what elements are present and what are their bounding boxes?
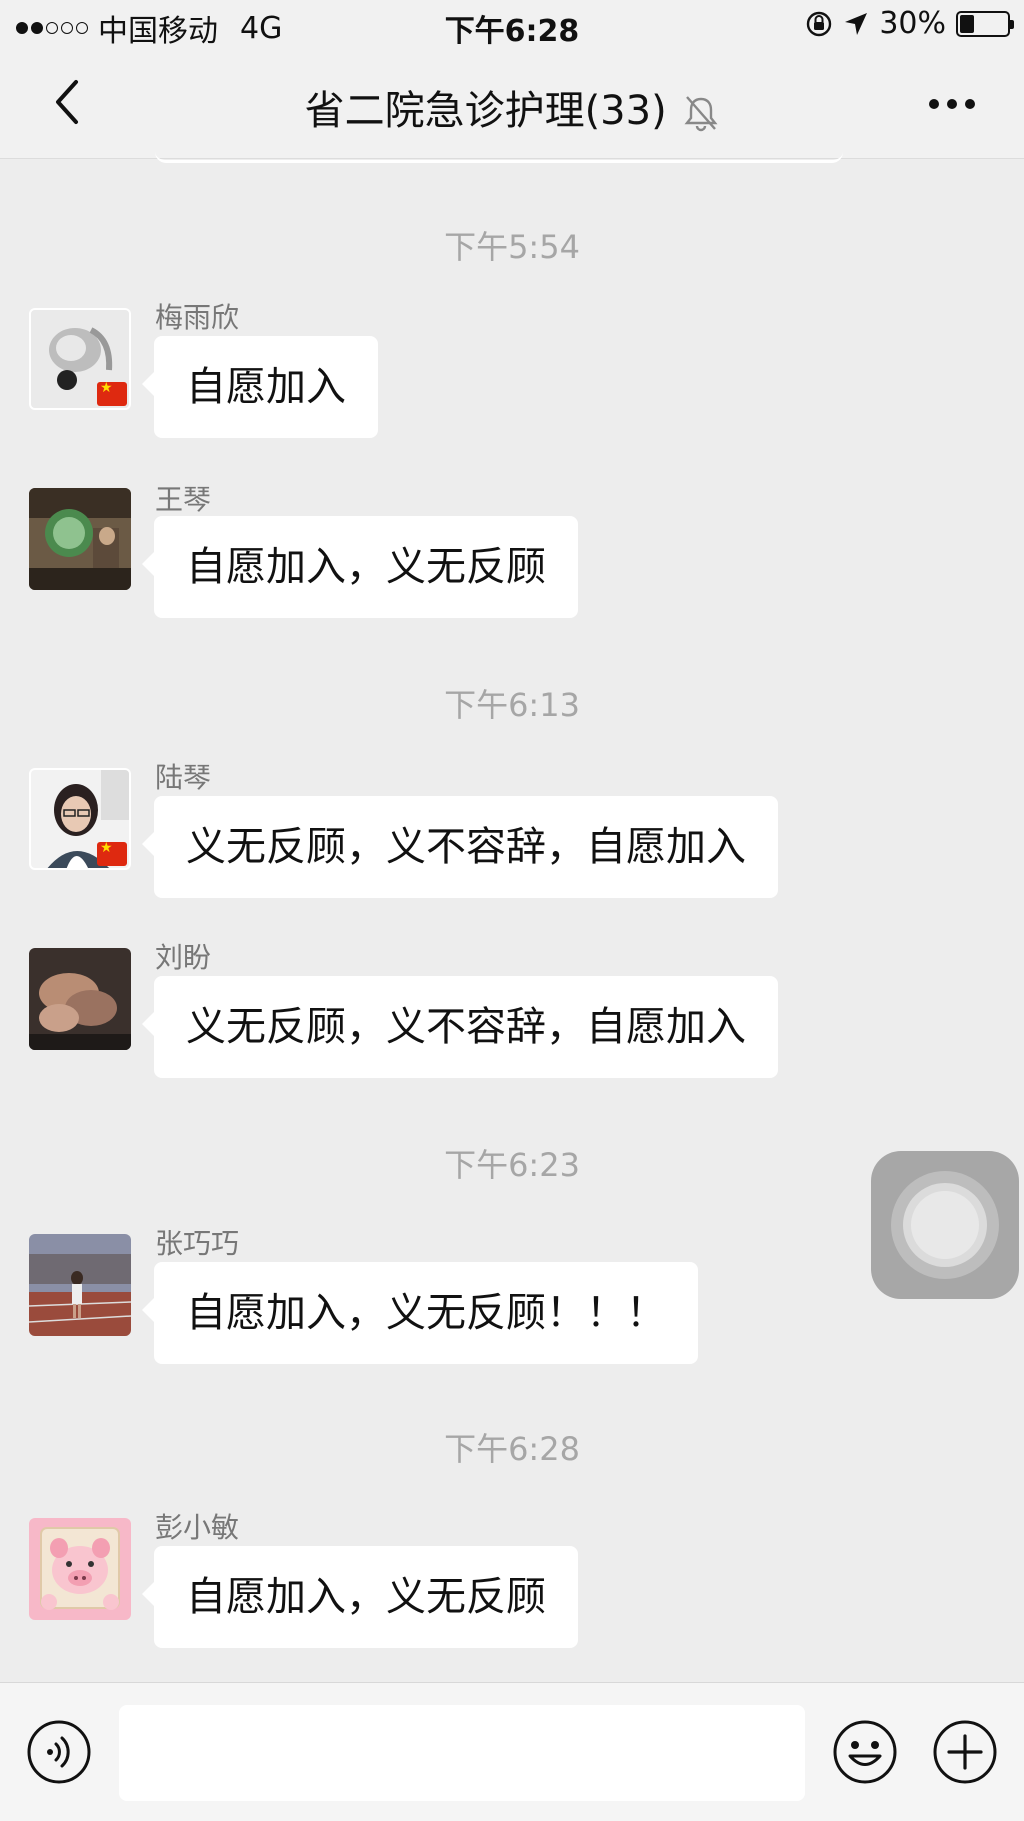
chat-screen: 中国移动 4G 下午6:28 30% 省二院急诊护理(33) 下午5:54 ★ … (0, 0, 1024, 1821)
emoji-icon[interactable] (832, 1719, 898, 1785)
battery-percent: 30% (879, 6, 946, 41)
avatar-baby-photo[interactable] (29, 308, 131, 410)
bell-off-icon (684, 96, 718, 132)
avatar-room-photo[interactable] (29, 488, 131, 590)
battery-level (960, 14, 974, 33)
status-bar: 中国移动 4G 下午6:28 30% (0, 0, 1024, 50)
timestamp: 下午5:54 (444, 228, 580, 266)
avatar-hands-photo[interactable] (29, 948, 131, 1050)
message-bubble[interactable]: 义无反顾，义不容辞，自愿加入 (142, 796, 778, 898)
status-right: 30% (805, 6, 1014, 41)
orientation-lock-icon (807, 11, 832, 36)
assistive-touch-button[interactable] (871, 1151, 1019, 1299)
battery-icon (956, 10, 1014, 37)
avatar-track-photo[interactable] (29, 1234, 131, 1336)
message-bubble[interactable]: 自愿加入 (142, 336, 378, 438)
more-dots-icon[interactable] (922, 84, 982, 124)
location-arrow-icon (845, 12, 868, 35)
message-bubble[interactable]: 自愿加入，义无反顾！！！ (142, 1262, 698, 1364)
page-title: 省二院急诊护理(33) (304, 88, 667, 134)
avatar-woman-photo[interactable] (29, 768, 131, 870)
chat-title-bar: 省二院急诊护理(33) (0, 78, 1024, 136)
sender-name: 刘盼 (155, 941, 212, 974)
avatar-pig-cartoon[interactable] (29, 1518, 131, 1620)
china-flag-icon (97, 380, 127, 406)
message-input[interactable] (119, 1705, 805, 1801)
sender-name: 张巧巧 (155, 1227, 240, 1260)
nav-bar: 省二院急诊护理(33) (0, 50, 1024, 159)
sender-name: 王琴 (155, 483, 212, 516)
message-bubble[interactable]: 自愿加入，义无反顾 (142, 1546, 578, 1648)
sender-name: 梅雨欣 (155, 301, 240, 334)
message-bubble[interactable]: 义无反顾，义不容辞，自愿加入 (142, 976, 778, 1078)
timestamp: 下午6:13 (444, 686, 580, 724)
message-bubble[interactable]: 自愿加入，义无反顾 (142, 516, 578, 618)
message-list[interactable]: 下午5:54 梅雨欣 自愿加入 (0, 160, 1024, 1680)
sender-name: 陆琴 (155, 761, 212, 794)
china-flag-icon (97, 840, 127, 866)
timestamp: 下午6:28 (444, 1430, 580, 1468)
input-bar (0, 1682, 1024, 1821)
sender-name: 彭小敏 (155, 1511, 240, 1544)
voice-icon[interactable] (26, 1719, 92, 1785)
plus-icon[interactable] (932, 1719, 998, 1785)
